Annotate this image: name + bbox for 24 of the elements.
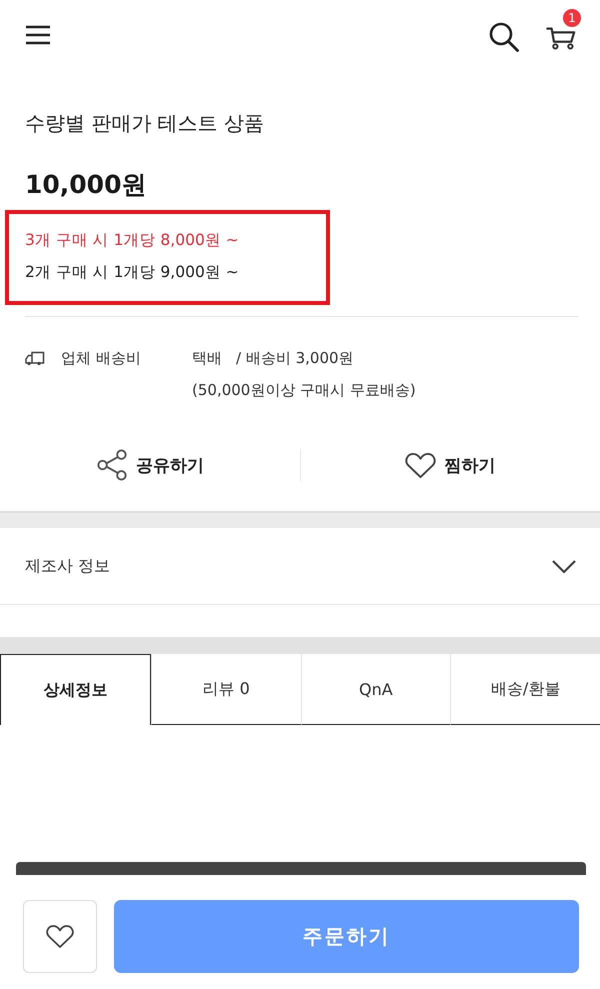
product-price: 10,000원 bbox=[25, 169, 146, 201]
shipping-method: 택배 bbox=[192, 348, 222, 369]
heart-icon bbox=[46, 924, 74, 949]
heart-icon bbox=[405, 452, 436, 478]
tier-price-text: 2개 구매 시 1개당 9,000원 ~ bbox=[25, 262, 239, 283]
product-title: 수량별 판매가 테스트 상품 bbox=[25, 110, 264, 137]
truck-icon bbox=[25, 350, 45, 366]
menu-icon[interactable] bbox=[26, 25, 50, 45]
wishlist-button[interactable] bbox=[23, 900, 97, 973]
wishlist-button[interactable]: 찜하기 bbox=[405, 452, 496, 478]
tab[interactable]: QnA bbox=[300, 654, 450, 725]
shipping-label: 업체 배송비 bbox=[61, 348, 141, 368]
free-shipping-note: (50,000원이상 구매시 무료배송) bbox=[192, 380, 416, 401]
share-icon bbox=[96, 449, 128, 481]
share-button[interactable]: 공유하기 bbox=[96, 449, 204, 481]
tab[interactable]: 배송/환불 bbox=[450, 654, 600, 725]
cart-icon[interactable] bbox=[546, 24, 576, 50]
search-icon[interactable] bbox=[489, 22, 519, 52]
tab[interactable]: 리뷰 0 bbox=[150, 654, 300, 725]
cart-count-badge: 1 bbox=[563, 8, 581, 26]
tab[interactable]: 상세정보 bbox=[0, 654, 151, 725]
tier-price-text: 3개 구매 시 1개당 8,000원 ~ bbox=[25, 230, 239, 251]
shipping-fee: / 배송비 3,000원 bbox=[236, 348, 354, 369]
manufacturer-info-row[interactable]: 제조사 정보 bbox=[0, 528, 600, 605]
